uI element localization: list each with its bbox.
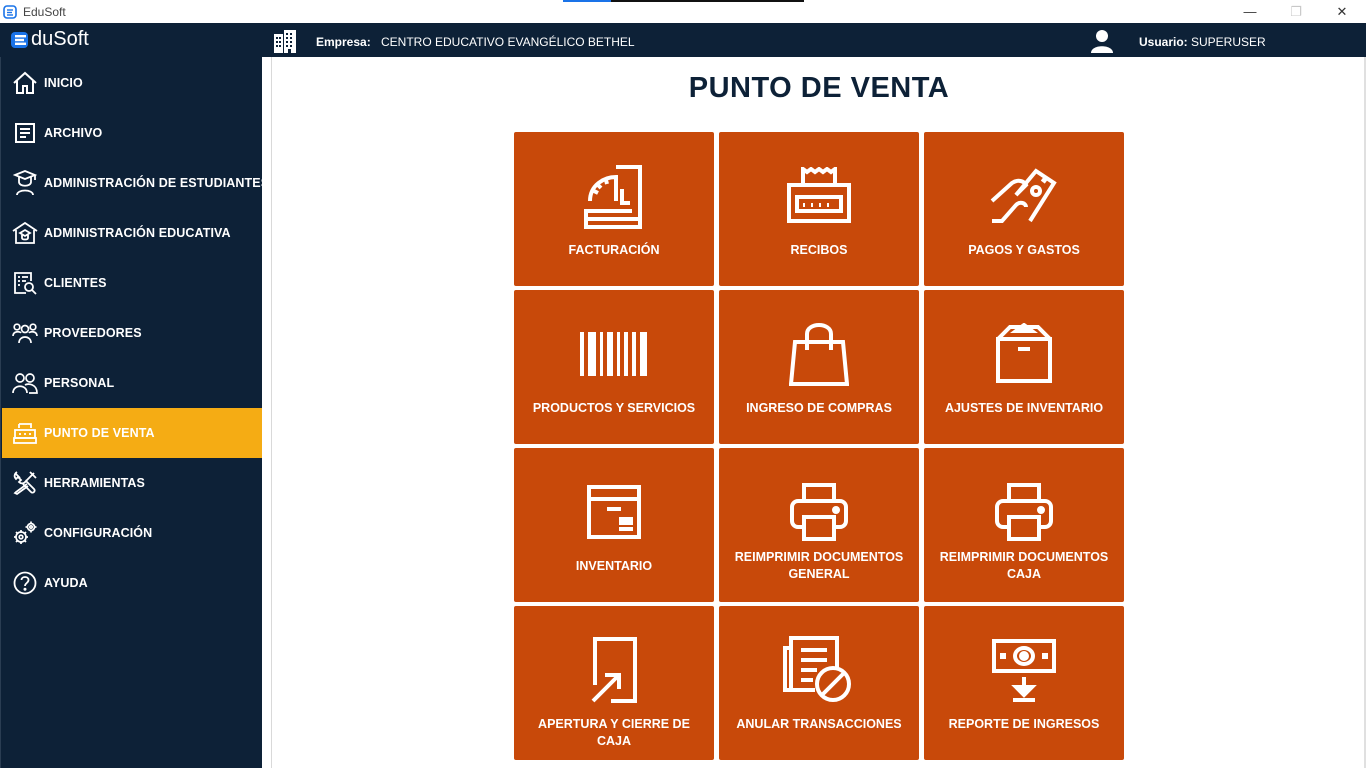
tile-anular-transacciones[interactable]: ANULAR TRANSACCIONES bbox=[719, 606, 919, 760]
logo-text: duSoft bbox=[31, 28, 89, 50]
tile-label: REIMPRIMIR DOCUMENTOS CAJA bbox=[939, 550, 1109, 581]
tile-ingreso-de-compras[interactable]: INGRESO DE COMPRAS bbox=[719, 290, 919, 444]
close-button[interactable]: ✕ bbox=[1319, 0, 1365, 23]
sidebar: INICIO ARCHIVO ADMINISTRACIÓN DE ESTUDIA… bbox=[0, 57, 269, 768]
help-icon bbox=[12, 570, 38, 596]
sidebar-item-label: AYUDA bbox=[44, 576, 88, 590]
logo-icon bbox=[10, 31, 30, 49]
sidebar-item-label: ADMINISTRACIÓN EDUCATIVA bbox=[44, 226, 231, 240]
focus-indicator bbox=[563, 0, 804, 2]
sidebar-item-label: INICIO bbox=[44, 76, 83, 90]
tile-reporte-de-ingresos[interactable]: REPORTE DE INGRESOS bbox=[924, 606, 1124, 760]
sidebar-item-label: CLIENTES bbox=[44, 276, 107, 290]
sidebar-item-label: PROVEEDORES bbox=[44, 326, 142, 340]
sidebar-item-educativa[interactable]: ADMINISTRACIÓN EDUCATIVA bbox=[2, 208, 262, 258]
staff-icon bbox=[12, 370, 38, 396]
sidebar-item-label: ADMINISTRACIÓN DE ESTUDIANTES bbox=[44, 176, 270, 190]
main-content: PUNTO DE VENTA FACTURACIÓN RECIBOS PAGOS… bbox=[272, 57, 1366, 768]
sidebar-item-label: CONFIGURACIÓN bbox=[44, 526, 153, 540]
sidebar-item-inicio[interactable]: INICIO bbox=[2, 58, 262, 108]
tile-label: REIMPRIMIR DOCUMENTOS GENERAL bbox=[734, 550, 904, 581]
sidebar-item-herramientas[interactable]: HERRAMIENTAS bbox=[2, 458, 262, 508]
app-header: duSoft Empresa: CENTRO EDUCATIVO EVANGÉL… bbox=[0, 23, 1366, 57]
home-icon bbox=[12, 70, 38, 96]
sidebar-divider bbox=[262, 57, 272, 768]
box-icon bbox=[514, 476, 714, 548]
sidebar-item-label: ARCHIVO bbox=[44, 126, 103, 140]
cancel-document-icon bbox=[719, 634, 919, 706]
tile-label: FACTURACIÓN bbox=[568, 243, 660, 257]
sidebar-item-clientes[interactable]: CLIENTES bbox=[2, 258, 262, 308]
tile-reimprimir-caja[interactable]: REIMPRIMIR DOCUMENTOS CAJA bbox=[924, 448, 1124, 602]
tile-label: RECIBOS bbox=[790, 243, 848, 257]
student-icon bbox=[12, 170, 38, 196]
cash-register-icon bbox=[514, 160, 714, 232]
payment-hand-icon bbox=[924, 160, 1124, 232]
tile-label: PRODUCTOS Y SERVICIOS bbox=[532, 401, 696, 415]
app-icon bbox=[2, 4, 18, 20]
tile-reimprimir-general[interactable]: REIMPRIMIR DOCUMENTOS GENERAL bbox=[719, 448, 919, 602]
page-title: PUNTO DE VENTA bbox=[688, 72, 950, 104]
company-name: CENTRO EDUCATIVO EVANGÉLICO BETHEL bbox=[381, 35, 635, 49]
sidebar-item-archivo[interactable]: ARCHIVO bbox=[2, 108, 262, 158]
barcode-icon bbox=[514, 318, 714, 390]
user-icon[interactable] bbox=[1090, 29, 1114, 58]
shopping-bag-icon bbox=[719, 318, 919, 390]
tile-recibos[interactable]: RECIBOS bbox=[719, 132, 919, 286]
money-report-icon bbox=[924, 634, 1124, 706]
tile-label: AJUSTES DE INVENTARIO bbox=[944, 401, 1104, 415]
sidebar-item-label: PUNTO DE VENTA bbox=[44, 426, 155, 440]
window-title-bar: EduSoft — ❐ ✕ bbox=[0, 0, 1366, 23]
tile-label: ANULAR TRANSACCIONES bbox=[736, 717, 902, 731]
sidebar-item-proveedores[interactable]: PROVEEDORES bbox=[2, 308, 262, 358]
user-name: SUPERUSER bbox=[1191, 35, 1266, 49]
tools-icon bbox=[12, 470, 38, 496]
window-title: EduSoft bbox=[23, 4, 66, 19]
building-icon bbox=[272, 29, 298, 58]
company-label: Empresa: bbox=[316, 35, 371, 49]
tile-facturacion[interactable]: FACTURACIÓN bbox=[514, 132, 714, 286]
sidebar-item-label: HERRAMIENTAS bbox=[44, 476, 145, 490]
sidebar-item-punto-de-venta[interactable]: PUNTO DE VENTA bbox=[2, 408, 262, 458]
tile-label: REPORTE DE INGRESOS bbox=[948, 717, 1100, 731]
app-logo: duSoft bbox=[10, 28, 89, 51]
tile-label: APERTURA Y CIERRE DE CAJA bbox=[538, 717, 690, 748]
school-icon bbox=[12, 220, 38, 246]
tile-pagos-y-gastos[interactable]: PAGOS Y GASTOS bbox=[924, 132, 1124, 286]
minimize-button[interactable]: — bbox=[1227, 0, 1273, 23]
tile-label: INVENTARIO bbox=[575, 559, 653, 573]
tile-ajustes-de-inventario[interactable]: AJUSTES DE INVENTARIO bbox=[924, 290, 1124, 444]
printer-icon bbox=[719, 476, 919, 548]
tile-productos-y-servicios[interactable]: PRODUCTOS Y SERVICIOS bbox=[514, 290, 714, 444]
sidebar-item-label: PERSONAL bbox=[44, 376, 115, 390]
tile-apertura-y-cierre-de-caja[interactable]: APERTURA Y CIERRE DE CAJA bbox=[514, 606, 714, 760]
sidebar-item-ayuda[interactable]: AYUDA bbox=[2, 558, 262, 608]
open-box-icon bbox=[924, 318, 1124, 390]
printer-icon bbox=[924, 476, 1124, 548]
group-icon bbox=[12, 320, 38, 346]
tile-inventario[interactable]: INVENTARIO bbox=[514, 448, 714, 602]
gears-icon bbox=[12, 520, 38, 546]
sidebar-item-configuracion[interactable]: CONFIGURACIÓN bbox=[2, 508, 262, 558]
receipt-printer-icon bbox=[719, 160, 919, 232]
tile-label: PAGOS Y GASTOS bbox=[968, 243, 1080, 257]
cash-open-close-icon bbox=[514, 634, 714, 706]
user-label: Usuario: bbox=[1139, 35, 1188, 49]
client-search-icon bbox=[12, 270, 38, 296]
sidebar-item-estudiantes[interactable]: ADMINISTRACIÓN DE ESTUDIANTES bbox=[2, 158, 269, 208]
cash-register-icon bbox=[12, 420, 38, 446]
tile-label: INGRESO DE COMPRAS bbox=[746, 401, 892, 415]
document-icon bbox=[12, 120, 38, 146]
maximize-button[interactable]: ❐ bbox=[1273, 0, 1319, 23]
sidebar-item-personal[interactable]: PERSONAL bbox=[2, 358, 262, 408]
